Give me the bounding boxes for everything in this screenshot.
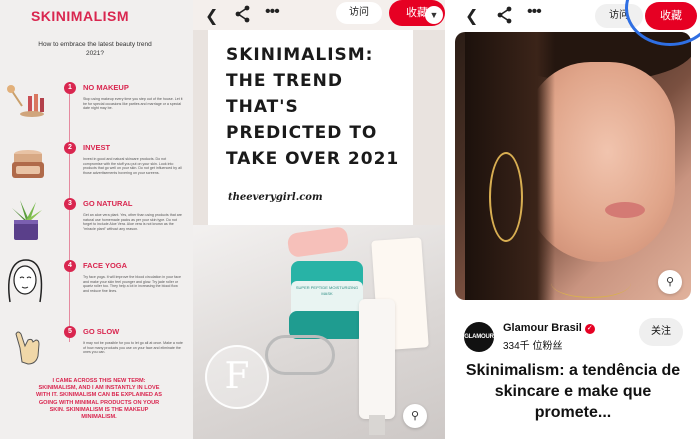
step-number: 4 [64, 260, 76, 272]
pin-title: Skinimalism: a tendência de skincare e m… [465, 362, 681, 421]
more-icon[interactable]: ••• [527, 3, 542, 21]
account-avatar[interactable]: GLAMOUR [464, 322, 494, 352]
brand-logo: F [205, 345, 269, 409]
infographic-footer: I CAME ACROSS THIS NEW TERM: SKINIMALISM… [36, 378, 162, 421]
step-go-natural: 3 GO NATURAL Get an aloe vera plant. Yes… [0, 198, 193, 248]
step-description: Invest in good and natural skincare prod… [83, 157, 182, 175]
share-icon[interactable] [495, 5, 515, 25]
back-arrow-icon[interactable]: ❮ [465, 6, 478, 26]
follow-button[interactable]: 关注 [639, 318, 683, 346]
lips [605, 202, 645, 218]
serum-bottle [359, 299, 395, 419]
verified-icon: ✓ [584, 324, 595, 334]
step-label: INVEST [83, 143, 111, 152]
step-description: Stop using makeup every time you step ou… [83, 97, 183, 111]
step-number: 1 [64, 82, 76, 94]
portrait-photo [455, 32, 691, 300]
infographic-title: SKINIMALISM [30, 8, 130, 24]
step-invest: 2 INVEST Invest in good and natural skin… [0, 142, 193, 192]
step-number: 5 [64, 326, 76, 338]
source-handle: theeverygirl.com [228, 192, 323, 203]
step-label: GO SLOW [83, 327, 120, 336]
face-yoga-icon [2, 256, 48, 304]
visual-search-icon[interactable]: ⚲ [403, 404, 427, 428]
pin-headline: SKINIMALISM: THE TREND THAT'S PREDICTED … [226, 45, 400, 169]
share-icon[interactable] [233, 4, 253, 24]
aloe-plant-icon [6, 198, 46, 240]
visual-search-icon[interactable]: ⚲ [658, 270, 682, 294]
pin-detail: ⚲ ❮ ••• 访问 收藏 GLAMOUR Glamour Brasil ✓ 33… [445, 0, 700, 439]
more-icon[interactable]: ••• [265, 3, 280, 21]
chevron-down-icon[interactable]: ▼ [425, 6, 443, 24]
cream-jar-icon [6, 142, 46, 182]
skinimalism-infographic: SKINIMALISM How to embrace the latest be… [0, 0, 193, 439]
glasses [265, 335, 335, 375]
necklace [551, 268, 631, 298]
follower-count: 334千 位粉丝 [503, 341, 563, 352]
hand-gesture-icon [6, 326, 46, 366]
step-description: It may not be possible for you to let go… [83, 341, 183, 355]
step-number: 2 [64, 142, 76, 154]
back-arrow-icon[interactable]: ❮ [205, 6, 218, 26]
step-label: FACE YOGA [83, 261, 128, 270]
step-face-yoga: 4 FACE YOGA Try face yoga. It will impro… [0, 259, 193, 310]
step-no-makeup: 1 NO MAKEUP Stop using makeup every time… [0, 82, 193, 132]
headline-card: SKINIMALISM: THE TREND THAT'S PREDICTED … [208, 30, 413, 230]
infographic-subtitle: How to embrace the latest beauty trend 2… [38, 41, 152, 57]
step-number: 3 [64, 198, 76, 210]
bottle-cap [369, 415, 385, 435]
pink-product [286, 225, 350, 259]
visit-button[interactable]: 访问 [336, 2, 382, 24]
step-go-slow: 5 GO SLOW It may not be possible for you… [0, 326, 193, 376]
makeup-icon [6, 82, 46, 122]
step-description: Get an aloe vera plant. Yes, other than … [83, 213, 182, 231]
step-label: GO NATURAL [83, 199, 133, 208]
pin-middle: ❮ ••• 访问 收藏 ▼ SKINIMALISM: THE TREND THA… [193, 0, 445, 439]
account-name-row[interactable]: Glamour Brasil ✓ [503, 322, 595, 334]
account-name[interactable]: Glamour Brasil [503, 322, 582, 334]
step-label: NO MAKEUP [83, 83, 129, 92]
step-description: Try face yoga. It will improve the blood… [83, 275, 181, 293]
hoop-earring [489, 152, 523, 242]
